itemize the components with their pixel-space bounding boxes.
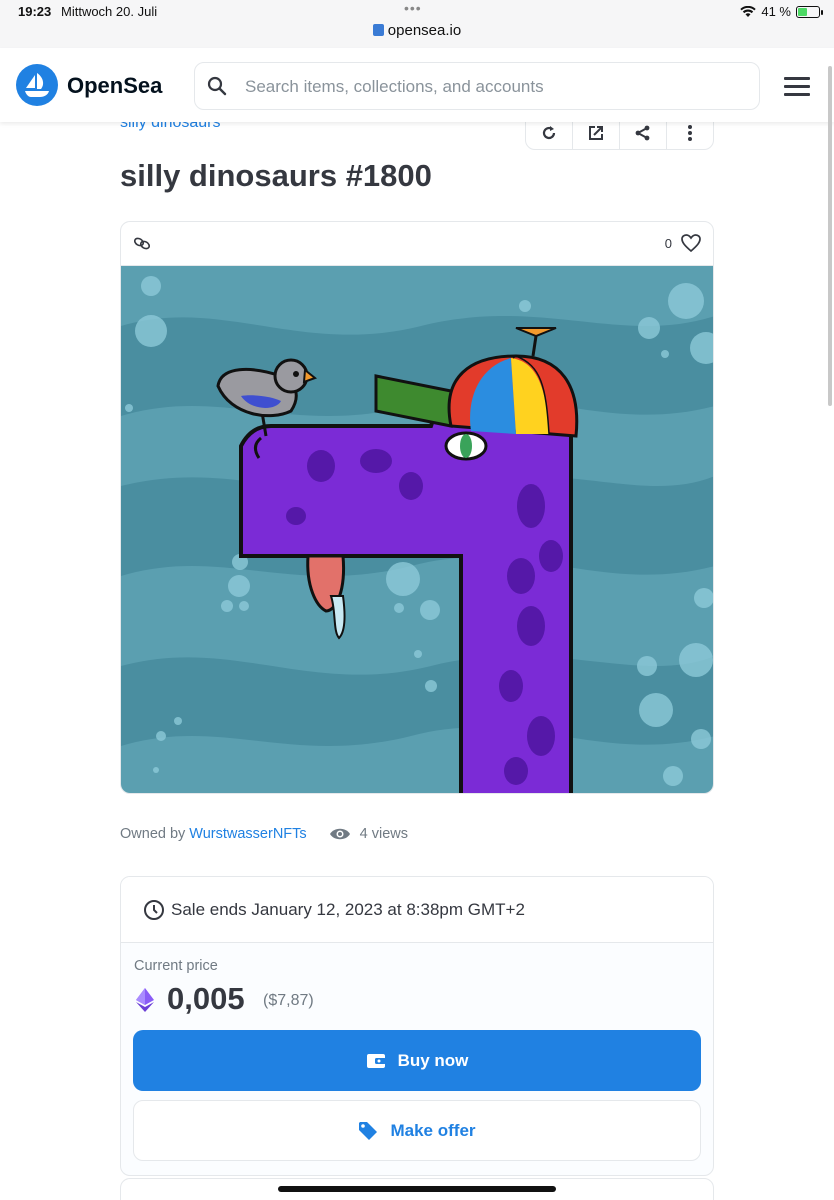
external-edit-icon xyxy=(589,126,603,140)
nft-image[interactable] xyxy=(121,266,714,794)
address-bar[interactable]: opensea.io xyxy=(0,22,834,39)
item-title: silly dinosaurs #1800 xyxy=(120,158,432,193)
share-icon xyxy=(635,125,650,141)
wifi-icon xyxy=(740,5,757,17)
make-offer-label: Make offer xyxy=(390,1120,476,1140)
status-date: Mittwoch 20. Juli xyxy=(61,4,158,19)
sale-header: Sale ends January 12, 2023 at 8:38pm GMT… xyxy=(121,877,713,943)
heart-icon[interactable] xyxy=(681,234,701,252)
search-input[interactable]: Search items, collections, and accounts xyxy=(194,62,760,110)
battery-fill xyxy=(798,7,808,16)
logo-text[interactable]: OpenSea xyxy=(67,73,162,99)
price-label: Current price xyxy=(134,958,218,974)
clock-icon xyxy=(144,900,164,920)
status-time: 19:23 xyxy=(18,4,52,19)
home-indicator[interactable] xyxy=(278,1186,556,1192)
opensea-logo-icon[interactable] xyxy=(16,64,58,106)
status-right: 41 % xyxy=(740,4,823,19)
refresh-icon xyxy=(542,126,556,140)
tab-dots-icon[interactable]: ••• xyxy=(404,0,422,16)
eye-icon xyxy=(329,828,350,840)
tag-icon xyxy=(359,1121,378,1140)
like-count: 0 xyxy=(664,236,672,251)
search-icon xyxy=(207,76,227,96)
battery-percent: 41 % xyxy=(761,4,791,19)
chain-link-icon[interactable] xyxy=(133,235,151,251)
price-value: 0,005 xyxy=(167,981,245,1016)
url-text: opensea.io xyxy=(387,22,462,39)
owner-row: Owned by WurstwasserNFTs 4 views xyxy=(120,826,408,842)
buy-now-label: Buy now xyxy=(397,1050,469,1070)
menu-icon[interactable] xyxy=(784,77,810,96)
sale-end-text: Sale ends January 12, 2023 at 8:38pm GMT… xyxy=(171,900,525,919)
wallet-icon xyxy=(366,1053,386,1068)
search-placeholder: Search items, collections, and accounts xyxy=(245,77,544,96)
site-header: OpenSea Search items, collections, and a… xyxy=(0,48,834,122)
site-lock-icon xyxy=(372,24,384,36)
media-card: 0 xyxy=(120,221,714,794)
eth-icon xyxy=(136,988,154,1012)
make-offer-button[interactable]: Make offer xyxy=(133,1100,701,1161)
price-usd: ($7,87) xyxy=(263,992,314,1009)
owner-prefix: Owned by xyxy=(120,826,186,842)
battery-icon xyxy=(796,5,823,18)
buy-now-button[interactable]: Buy now xyxy=(133,1030,701,1091)
scrollbar[interactable] xyxy=(828,66,832,406)
more-icon xyxy=(688,125,692,141)
sale-card: Sale ends January 12, 2023 at 8:38pm GMT… xyxy=(120,876,714,1176)
ios-status-bar: 19:23 Mittwoch 20. Juli ••• 41 % opensea… xyxy=(0,0,834,48)
view-count: 4 views xyxy=(359,826,409,842)
owner-link[interactable]: WurstwasserNFTs xyxy=(189,826,306,842)
media-card-header: 0 xyxy=(121,222,713,266)
